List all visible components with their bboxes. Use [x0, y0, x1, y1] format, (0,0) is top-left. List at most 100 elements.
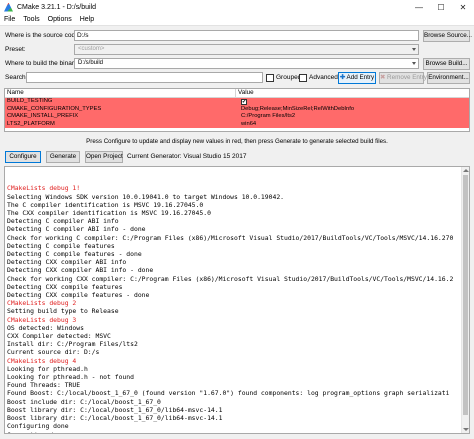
- remove-entry-button[interactable]: ✖ Remove Entry: [379, 72, 427, 84]
- configure-button[interactable]: Configure: [5, 151, 41, 163]
- output-scrollbar[interactable]: [461, 167, 469, 433]
- cache-name: CMAKE_CONFIGURATION_TYPES: [7, 105, 102, 112]
- log-line: CMakeLists debug 4: [7, 356, 77, 365]
- environment-button[interactable]: Environment...: [427, 72, 470, 84]
- log-line: Detecting C compile features - done: [7, 250, 142, 259]
- build-path-select[interactable]: D:/s/build: [74, 58, 419, 69]
- log-line: Boost library dir: C:/local/boost_1_67_0…: [7, 405, 223, 414]
- cache-name: BUILD_TESTING: [7, 98, 53, 104]
- table-row[interactable]: BUILD_TESTING ✔: [5, 98, 469, 106]
- log-line: Install dir: C:/Program Files/lts2: [7, 340, 138, 349]
- search-row: Search: Grouped Advanced ✚ Add Entry ✖ R…: [0, 72, 474, 84]
- browse-build-button[interactable]: Browse Build...: [423, 58, 470, 70]
- advanced-checkbox[interactable]: [299, 74, 307, 82]
- add-entry-label: Add Entry: [346, 74, 375, 81]
- log-line: Detecting CXX compiler ABI info - done: [7, 266, 154, 275]
- remove-entry-label: Remove Entry: [387, 74, 427, 81]
- close-button[interactable]: ✕: [452, 0, 474, 14]
- log-line: Configuring done: [7, 422, 69, 431]
- cache-name: LTS2_PLATFORM: [7, 120, 55, 127]
- log-line: Looking for pthread.h - not found: [7, 373, 134, 382]
- open-project-button[interactable]: Open Project: [85, 151, 123, 163]
- cache-value: Debug;Release;MinSizeRel;RelWithDebInfo: [241, 105, 355, 112]
- log-line: Detecting CXX compile features - done: [7, 291, 150, 300]
- title-bar: CMake 3.21.1 - D:/s/build — ☐ ✕: [0, 0, 474, 14]
- source-path-input[interactable]: D:/s: [74, 30, 419, 41]
- remove-icon: ✖: [380, 74, 386, 81]
- log-line: Boost include dir: C:/local/boost_1_67_0: [7, 397, 161, 406]
- scroll-thumb[interactable]: [463, 175, 468, 415]
- preset-label: Preset:: [5, 46, 26, 53]
- build-path-value: D:/s/build: [78, 60, 104, 66]
- log-line: Detecting CXX compiler ABI info: [7, 258, 127, 267]
- log-line: Check for working C compiler: C:/Program…: [7, 233, 454, 242]
- log-line: CMakeLists debug 3: [7, 315, 77, 324]
- grouped-label: Grouped: [276, 74, 302, 81]
- generate-button[interactable]: Generate: [46, 151, 80, 163]
- preset-select[interactable]: <custom>: [74, 44, 419, 55]
- log-line: Detecting C compile features: [7, 241, 115, 250]
- cache-value: win64: [241, 120, 257, 127]
- log-line: OS detected: Windows: [7, 323, 84, 332]
- column-header-name[interactable]: Name: [5, 89, 236, 97]
- menu-bar: File Tools Options Help: [0, 14, 474, 26]
- checkbox-checked-icon[interactable]: ✔: [241, 98, 247, 105]
- build-row: Where to build the binaries: D:/s/build …: [0, 58, 474, 70]
- log-line: Found Boost: C:/local/boost_1_67_0 (foun…: [7, 389, 450, 398]
- scroll-down-icon[interactable]: [463, 428, 469, 431]
- cmake-logo-icon: [4, 2, 13, 12]
- menu-file[interactable]: File: [4, 16, 15, 23]
- current-generator: Current Generator: Visual Studio 15 2017: [127, 153, 247, 160]
- window-title: CMake 3.21.1 - D:/s/build: [17, 3, 96, 11]
- chevron-down-icon: [412, 62, 416, 65]
- minimize-button[interactable]: —: [408, 0, 430, 14]
- search-input[interactable]: [26, 72, 263, 83]
- log-line: Setting build type to Release: [7, 307, 119, 316]
- preset-value: <custom>: [78, 46, 105, 52]
- build-label: Where to build the binaries:: [5, 60, 85, 67]
- column-header-value[interactable]: Value: [236, 89, 254, 97]
- log-line: Selecting Windows SDK version 10.0.19041…: [7, 192, 285, 201]
- log-line: Detecting C compiler ABI info: [7, 217, 119, 226]
- log-line: CMakeLists debug 2: [7, 299, 77, 308]
- log-line: Boost library dir: C:/local/boost_1_67_0…: [7, 414, 223, 423]
- menu-tools[interactable]: Tools: [23, 16, 39, 23]
- log-line: Detecting CXX compile features: [7, 282, 123, 291]
- table-row[interactable]: CMAKE_CONFIGURATION_TYPES Debug;Release;…: [5, 105, 469, 113]
- cache-table: Name Value BUILD_TESTING ✔ CMAKE_CONFIGU…: [4, 88, 470, 132]
- log-line: The C compiler identification is MSVC 19…: [7, 200, 204, 209]
- preset-row: Preset: <custom>: [0, 44, 474, 56]
- output-log[interactable]: CMakeLists debug 1! Selecting Windows SDK…: [4, 166, 470, 434]
- browse-source-button[interactable]: Browse Source...: [423, 30, 472, 42]
- table-row[interactable]: LTS2_PLATFORM win64: [5, 120, 469, 128]
- action-row: Configure Generate Open Project Current …: [0, 151, 474, 163]
- log-lines: CMakeLists debug 1! Selecting Windows SDK…: [7, 184, 467, 434]
- source-label: Where is the source code:: [5, 32, 81, 39]
- scroll-up-icon[interactable]: [463, 169, 469, 172]
- search-label: Search:: [5, 74, 28, 81]
- log-line: Check for working CXX compiler: C:/Progr…: [7, 274, 454, 283]
- source-row: Where is the source code: D:/s Browse So…: [0, 30, 474, 42]
- log-line: Generating done: [7, 431, 467, 434]
- cache-value: ✔: [236, 98, 247, 106]
- advanced-label: Advanced: [309, 74, 338, 81]
- log-line: Looking for pthread.h: [7, 364, 88, 373]
- instruction-text: Press Configure to update and display ne…: [86, 138, 388, 145]
- maximize-button[interactable]: ☐: [430, 0, 452, 14]
- cache-name: CMAKE_INSTALL_PREFIX: [7, 113, 79, 119]
- menu-options[interactable]: Options: [48, 16, 72, 23]
- add-entry-button[interactable]: ✚ Add Entry: [338, 72, 376, 84]
- window-controls: — ☐ ✕: [408, 0, 474, 14]
- log-line: Detecting C compiler ABI info - done: [7, 225, 146, 234]
- log-line: Current source dir: D:/s: [7, 348, 100, 357]
- cache-value: C:/Program Files/lts2: [241, 113, 296, 119]
- table-row[interactable]: CMAKE_INSTALL_PREFIX C:/Program Files/lt…: [5, 113, 469, 121]
- menu-help[interactable]: Help: [80, 16, 94, 23]
- grouped-checkbox[interactable]: [266, 74, 274, 82]
- log-line: The CXX compiler identification is MSVC …: [7, 209, 211, 218]
- plus-icon: ✚: [339, 74, 346, 81]
- chevron-down-icon: [412, 48, 416, 51]
- log-line: Found Threads: TRUE: [7, 381, 81, 390]
- table-header: Name Value: [5, 89, 469, 98]
- log-line: CXX Compiler detected: MSVC: [7, 332, 111, 341]
